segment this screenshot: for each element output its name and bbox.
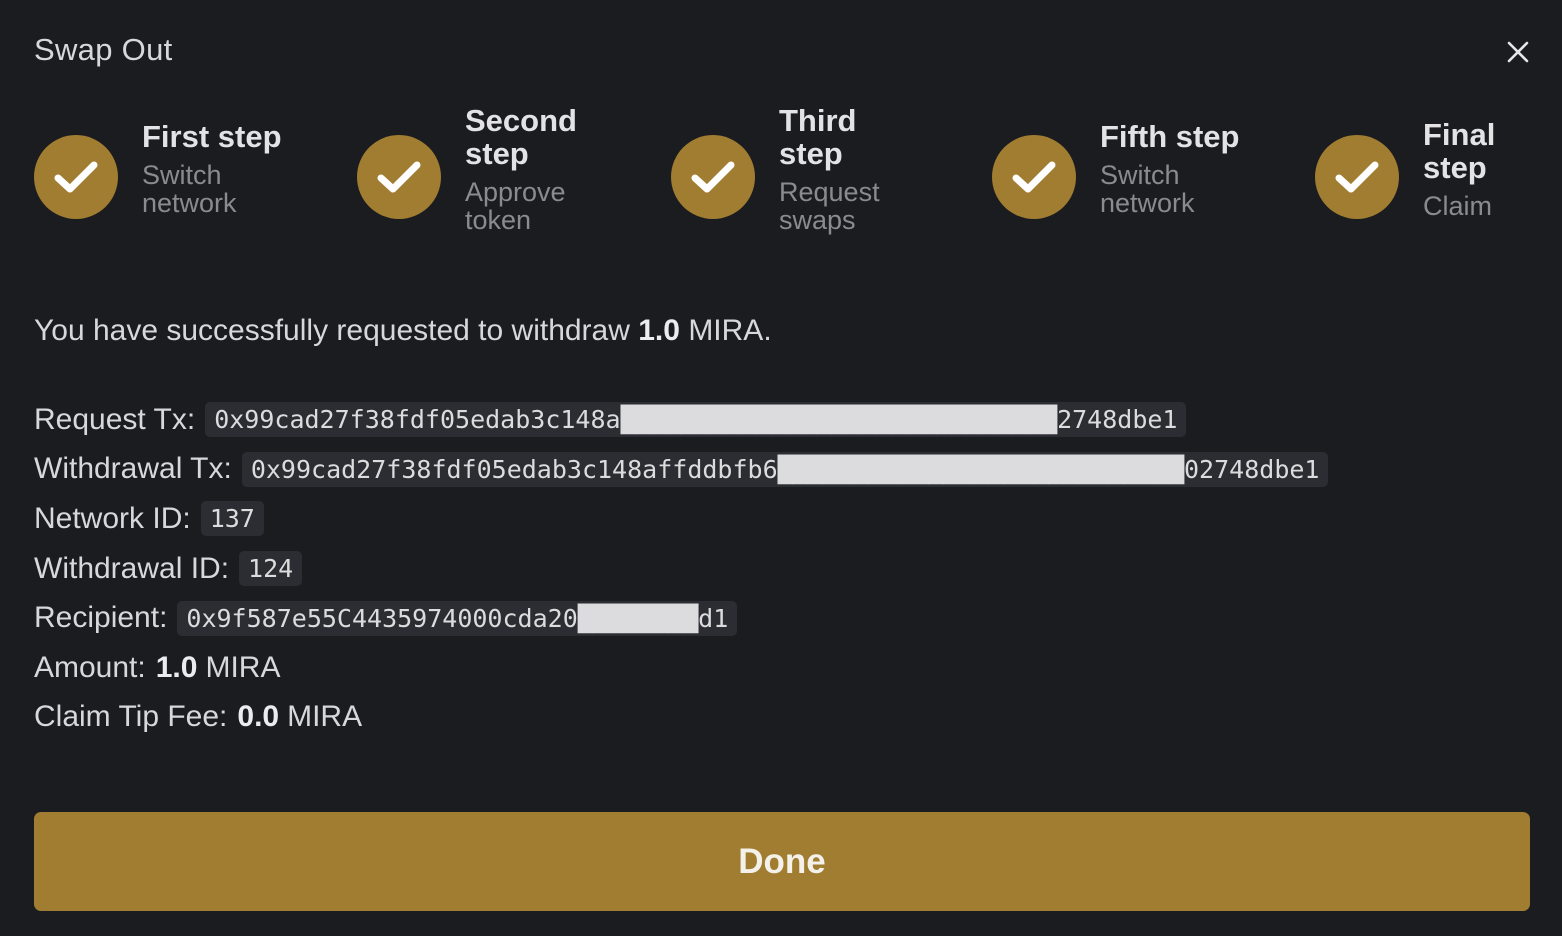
step-name: Second step	[465, 103, 577, 171]
claim-tip-fee-row: Claim Tip Fee: 0.0 MIRA	[34, 693, 1328, 743]
withdrawal-tx-label: Withdrawal Tx:	[34, 452, 232, 486]
check-icon	[34, 135, 118, 219]
success-amount: 1.0	[638, 314, 680, 347]
step-name: Third step	[779, 103, 857, 171]
check-icon	[992, 135, 1076, 219]
withdrawal-id-label: Withdrawal ID:	[34, 551, 230, 585]
close-icon[interactable]	[1500, 34, 1536, 70]
check-icon	[357, 135, 441, 219]
step-desc: Switch network	[1100, 160, 1195, 218]
step-name: Final step	[1423, 117, 1496, 185]
request-tx-hash: 0x99cad27f38fdf05edab3c148a█████████████…	[214, 405, 1178, 435]
done-button[interactable]: Done	[34, 812, 1530, 911]
amount-row: Amount: 1.0 MIRA	[34, 643, 1328, 693]
recipient-value[interactable]: 0x9f587e55C4435974000cda20████████d1	[177, 600, 738, 636]
withdrawal-id-row: Withdrawal ID: 124	[34, 544, 1328, 594]
request-tx-row: Request Tx: 0x99cad27f38fdf05edab3c148a█…	[34, 395, 1328, 445]
amount-value: 1.0	[155, 650, 198, 684]
recipient-label: Recipient:	[34, 601, 168, 635]
request-tx-label: Request Tx:	[34, 402, 196, 436]
success-unit: MIRA.	[688, 314, 772, 347]
swap-out-dialog: Swap Out First step Switch network Secon…	[0, 0, 1562, 936]
request-tx-value[interactable]: 0x99cad27f38fdf05edab3c148a█████████████…	[205, 402, 1187, 438]
success-message: You have successfully requested to withd…	[34, 314, 772, 348]
step-name: First step	[142, 119, 282, 154]
dialog-title: Swap Out	[34, 32, 173, 67]
details-list: Request Tx: 0x99cad27f38fdf05edab3c148a█…	[34, 395, 1329, 743]
network-id-row: Network ID: 137	[34, 494, 1328, 544]
claim-tip-fee-value: 0.0	[237, 700, 280, 734]
recipient-row: Recipient: 0x9f587e55C4435974000cda20███…	[34, 593, 1328, 643]
claim-tip-fee-label: Claim Tip Fee:	[34, 700, 228, 734]
network-id-value: 137	[200, 501, 264, 537]
check-icon	[1315, 135, 1399, 219]
success-text: You have successfully requested to withd…	[34, 314, 630, 347]
amount-label: Amount:	[34, 650, 146, 684]
withdrawal-tx-value[interactable]: 0x99cad27f38fdf05edab3c148affddbfb6█████…	[241, 451, 1329, 487]
step-desc: Claim	[1423, 191, 1493, 221]
withdrawal-id-value: 124	[239, 551, 303, 587]
step-name: Fifth step	[1100, 119, 1240, 154]
stepper: First step Switch network Second step Ap…	[0, 100, 1562, 260]
claim-tip-fee-unit: MIRA	[287, 700, 363, 734]
network-id-label: Network ID:	[34, 501, 191, 535]
step-desc: Request swaps	[779, 177, 880, 235]
step-desc: Switch network	[142, 160, 237, 218]
withdrawal-tx-hash: 0x99cad27f38fdf05edab3c148affddbfb6█████…	[250, 454, 1320, 484]
recipient-address: 0x9f587e55C4435974000cda20████████d1	[186, 603, 729, 633]
withdrawal-tx-row: Withdrawal Tx: 0x99cad27f38fdf05edab3c14…	[34, 445, 1329, 495]
check-icon	[671, 135, 755, 219]
amount-unit: MIRA	[205, 650, 281, 684]
step-desc: Approve token	[465, 177, 566, 235]
